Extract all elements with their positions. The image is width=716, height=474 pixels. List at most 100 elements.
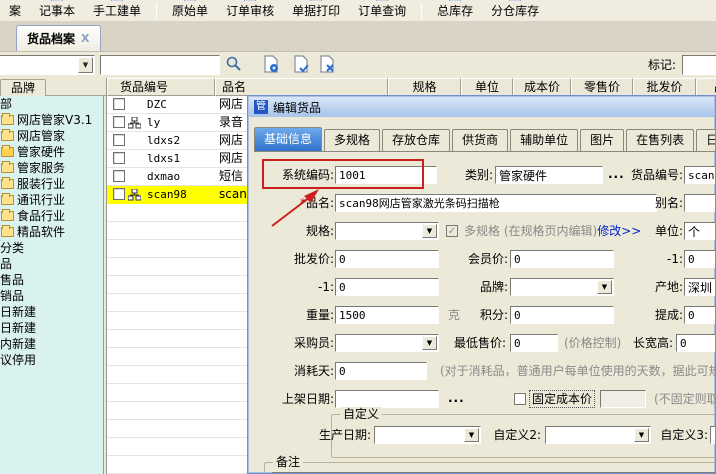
menu-item-order-query[interactable]: 订单查询 <box>349 0 415 21</box>
tree-item[interactable]: 销品 <box>0 288 103 304</box>
fixed-cost-label[interactable]: 固定成本价 <box>530 391 594 407</box>
shelf-date-browse-button[interactable]: ... <box>448 390 465 408</box>
tree-item[interactable]: 售品 <box>0 272 103 288</box>
dimensions-input[interactable] <box>676 334 716 352</box>
menu-item-doc-print[interactable]: 单据打印 <box>283 0 349 21</box>
dialog-title-bar[interactable]: 管 编辑货品 <box>249 97 714 117</box>
spec-combo[interactable]: ▼ <box>335 222 439 240</box>
menu-item-total-stock[interactable]: 总库存 <box>428 0 482 21</box>
edit-goods-dialog: 管 编辑货品 基础信息 多规格 存放仓库 供货商 辅助单位 图片 在售列表 日志… <box>247 95 716 474</box>
system-code-input[interactable] <box>335 166 437 184</box>
col-header-unit[interactable]: 单位 <box>461 78 513 96</box>
col-header-name[interactable]: 品名 <box>215 78 388 96</box>
filter-toolbar: ▼ 标记: <box>0 52 716 78</box>
tree-item[interactable]: 服装行业 <box>0 176 103 192</box>
menu-item-manual-order[interactable]: 手工建单 <box>84 0 150 21</box>
name-label: *品名: <box>254 194 334 212</box>
prod-date-combo[interactable]: ▼ <box>374 426 481 444</box>
wholesale-input[interactable] <box>335 250 439 268</box>
tree-item[interactable]: 管家服务 <box>0 160 103 176</box>
col-header-code[interactable]: 货品编号 <box>107 78 215 96</box>
col-header-brand[interactable]: 品牌 <box>696 78 716 96</box>
buyer-combo[interactable]: ▼ <box>335 334 439 352</box>
tree-item[interactable]: 议停用 <box>0 352 103 368</box>
edit-item-icon[interactable] <box>292 55 312 73</box>
minus1-input[interactable] <box>684 250 716 268</box>
row-checkbox[interactable] <box>113 170 125 182</box>
tab-multi-spec[interactable]: 多规格 <box>324 129 380 151</box>
col-header-wholesale[interactable]: 批发价 <box>633 78 696 96</box>
menu-item-order-review[interactable]: 订单审核 <box>217 0 283 21</box>
chevron-down-icon[interactable]: ▼ <box>464 428 479 442</box>
tree-item[interactable]: 食品行业 <box>0 208 103 224</box>
tab-picture[interactable]: 图片 <box>580 129 624 151</box>
tree-item[interactable]: 日新建 <box>0 304 103 320</box>
search-input[interactable] <box>100 55 220 75</box>
row-code: ly <box>147 114 160 131</box>
delete-item-icon[interactable] <box>318 55 338 73</box>
tab-goods-archive[interactable]: 货品档案 X <box>16 25 101 51</box>
sidebar-tab-brand[interactable]: 品牌 <box>0 79 46 96</box>
minus1b-input[interactable] <box>335 278 439 296</box>
row-code: ldxs1 <box>147 150 180 167</box>
mark-input[interactable] <box>682 55 716 75</box>
tree-label: 销品 <box>0 288 24 304</box>
tree-item[interactable]: 通讯行业 <box>0 192 103 208</box>
tab-close-icon[interactable]: X <box>81 32 89 45</box>
tree-item[interactable]: 日新建 <box>0 320 103 336</box>
row-checkbox[interactable] <box>113 134 125 146</box>
tab-aux-unit[interactable]: 辅助单位 <box>510 129 578 151</box>
search-icon[interactable] <box>224 55 244 73</box>
row-checkbox[interactable] <box>113 188 125 200</box>
consume-days-input[interactable] <box>335 362 427 380</box>
new-item-icon[interactable] <box>262 55 282 73</box>
tree-item[interactable]: 精品软件 <box>0 224 103 240</box>
menu-label: 总库存 <box>437 2 473 19</box>
chevron-down-icon[interactable]: ▼ <box>422 336 437 350</box>
tab-basic-info[interactable]: 基础信息 <box>254 127 322 151</box>
chevron-down-icon[interactable]: ▼ <box>78 57 93 73</box>
brand-label: 品牌: <box>438 278 508 296</box>
tree-item[interactable]: 网店管家V3.1 <box>0 112 103 128</box>
tree-item-all[interactable]: 部 <box>0 96 103 112</box>
col-header-spec[interactable]: 规格 <box>388 78 461 96</box>
commission-input[interactable] <box>684 306 716 324</box>
tree-item[interactable]: 品 <box>0 256 103 272</box>
weight-input[interactable] <box>335 306 439 324</box>
custom3-input[interactable] <box>710 426 716 444</box>
tree-label: 服装行业 <box>17 176 65 192</box>
tree-item-selected-category[interactable]: 管家硬件 <box>0 144 103 160</box>
tab-on-sale-list[interactable]: 在售列表 <box>626 129 694 151</box>
warehouse-stock-icon <box>509 0 521 1</box>
tree-item[interactable]: 内新建 <box>0 336 103 352</box>
multi-spec-checkbox[interactable]: ✓ <box>446 225 458 237</box>
item-code-input[interactable] <box>684 166 716 184</box>
category-input[interactable] <box>495 166 603 184</box>
custom2-combo[interactable]: ▼ <box>545 426 651 444</box>
tab-supplier[interactable]: 供货商 <box>452 129 508 151</box>
origin-input[interactable] <box>684 278 716 296</box>
menu-item-warehouse-stock[interactable]: 分仓库存 <box>482 0 548 21</box>
tab-log[interactable]: 日志 <box>696 129 716 151</box>
sidebar-tab-header: 品牌 <box>0 78 106 96</box>
shelf-date-input[interactable] <box>335 390 439 408</box>
chevron-down-icon[interactable]: ▼ <box>422 224 437 238</box>
min-price-input[interactable] <box>510 334 558 352</box>
alias-input[interactable] <box>684 194 716 212</box>
menu-item-notepad[interactable]: 记事本 <box>30 0 84 21</box>
unit-input[interactable] <box>684 222 716 240</box>
filter-combo[interactable]: ▼ <box>0 55 95 75</box>
menu-item-original-order[interactable]: 原始单 <box>163 0 217 21</box>
menu-label: 订单查询 <box>358 2 406 19</box>
tree-item[interactable]: 网店管家 <box>0 128 103 144</box>
row-checkbox[interactable] <box>113 152 125 164</box>
col-header-retail[interactable]: 零售价 <box>571 78 633 96</box>
tab-warehouse[interactable]: 存放仓库 <box>382 129 450 151</box>
col-header-cost[interactable]: 成本价 <box>513 78 571 96</box>
row-checkbox[interactable] <box>113 98 125 110</box>
custom3-label: 自定义3: <box>643 426 708 444</box>
fixed-cost-checkbox[interactable] <box>514 393 526 405</box>
menu-item-archive[interactable]: 案 <box>0 2 30 21</box>
row-checkbox[interactable] <box>113 116 125 128</box>
tree-item[interactable]: 分类 <box>0 240 103 256</box>
